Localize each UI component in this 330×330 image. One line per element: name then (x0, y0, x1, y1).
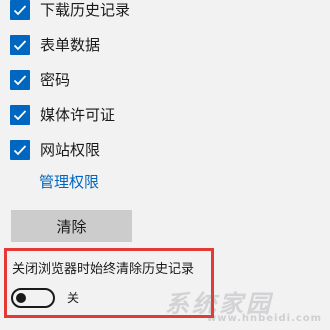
clear-button[interactable]: 清除 (11, 210, 132, 242)
always-clear-label: 关闭浏览器时始终清除历史记录 (12, 262, 195, 277)
checkbox-row-form-data[interactable]: 表单数据 (10, 33, 100, 57)
checkbox-row-media-licenses[interactable]: 媒体许可证 (10, 103, 115, 127)
checkmark-icon (13, 5, 27, 16)
checkbox-row-site-permissions[interactable]: 网站权限 (10, 138, 100, 162)
checkbox[interactable] (10, 35, 30, 55)
checkbox-label: 媒体许可证 (40, 106, 116, 124)
checkbox-row-passwords[interactable]: 密码 (10, 68, 70, 92)
checkbox-row-download-history[interactable]: 下载历史记录 (10, 0, 130, 22)
checkmark-icon (13, 145, 27, 156)
checkbox[interactable] (10, 70, 30, 90)
always-clear-toggle[interactable] (11, 288, 55, 308)
checkmark-icon (13, 40, 27, 51)
manage-permissions-link[interactable]: 管理权限 (39, 172, 99, 192)
checkbox-label: 密码 (40, 71, 71, 89)
checkmark-icon (13, 75, 27, 86)
toggle-knob (16, 293, 26, 303)
watermark-url: www.hnbeidi.com (207, 313, 323, 324)
checkmark-icon (13, 110, 27, 121)
checkbox-label: 下载历史记录 (40, 1, 131, 19)
checkbox-label: 表单数据 (40, 36, 101, 54)
checkbox[interactable] (10, 0, 30, 20)
toggle-state-label: 关 (67, 291, 80, 305)
checkbox[interactable] (10, 140, 30, 160)
checkbox-label: 网站权限 (40, 141, 101, 159)
checkbox[interactable] (10, 105, 30, 125)
